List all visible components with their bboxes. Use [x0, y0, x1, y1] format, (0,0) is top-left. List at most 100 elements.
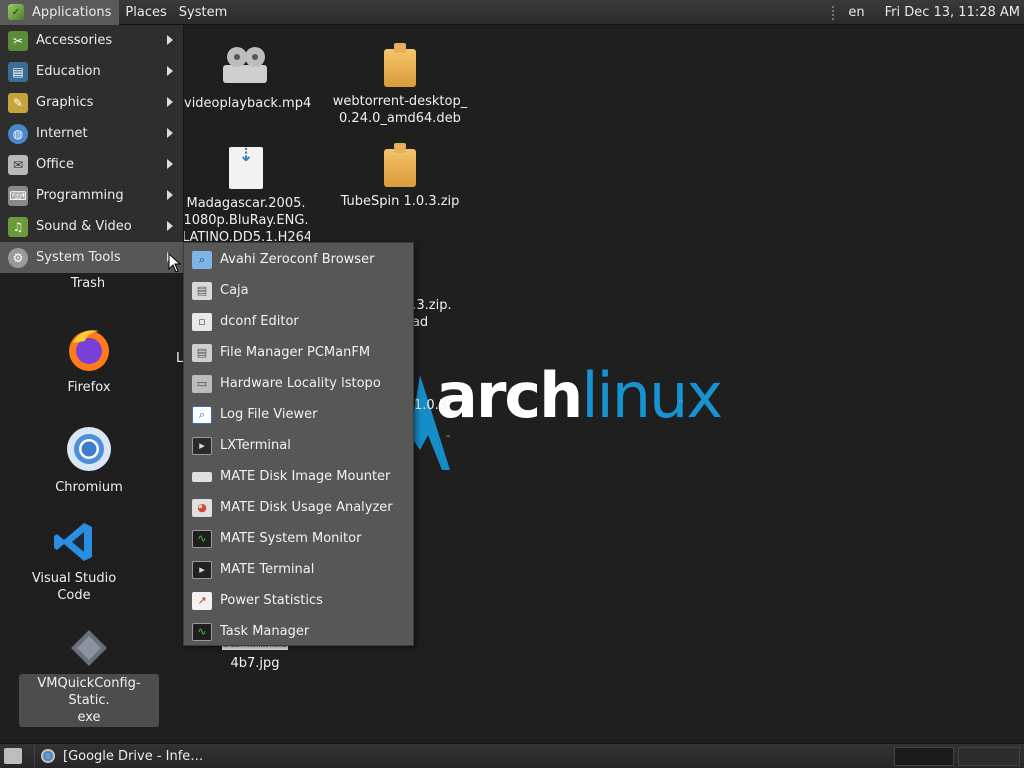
avahi-browser-icon: ⌕ [192, 250, 212, 269]
applications-menu[interactable]: ✓ Applications [0, 0, 120, 25]
menu-item-sound-video[interactable]: ♫ Sound & Video [0, 211, 183, 242]
webtorrent-label: webtorrent-desktop_ 0.24.0_amd64.deb [332, 94, 468, 126]
log-viewer-icon: ⌕ [192, 405, 212, 424]
submenu-item-task-manager[interactable]: ∿ Task Manager [184, 616, 413, 647]
partial-103-label: 1.0.3 [414, 398, 448, 413]
chromium-label: Chromium [55, 480, 123, 495]
submenu-arrow-icon [167, 159, 173, 169]
submenu-item-disk-image-mounter[interactable]: MATE Disk Image Mounter [184, 461, 413, 492]
submenu-item-label: Caja [220, 283, 249, 298]
menu-item-office[interactable]: ✉ Office [0, 149, 183, 180]
system-tools-icon: ⚙ [8, 247, 28, 268]
madagascar-label: Madagascar.2005. 1080p.BluRay.ENG. LATIN… [182, 196, 310, 245]
office-icon: ✉ [8, 154, 28, 175]
madagascar-desktop-icon[interactable]: ⇣ Madagascar.2005. 1080p.BluRay.ENG. LAT… [182, 147, 310, 247]
top-panel: ✓ Applications Places System en Fri Dec … [0, 0, 1024, 25]
menu-item-label: System Tools [36, 250, 121, 265]
chromium-task-icon [41, 749, 55, 763]
chromium-desktop-icon[interactable]: Chromium [48, 425, 130, 496]
archive-icon [384, 143, 416, 187]
submenu-item-pcmanfm[interactable]: ▤ File Manager PCManFM [184, 337, 413, 368]
submenu-item-label: MATE Terminal [220, 562, 315, 577]
submenu-arrow-icon [167, 35, 173, 45]
system-monitor-icon: ∿ [192, 529, 212, 548]
submenu-item-label: Log File Viewer [220, 407, 318, 422]
taskbar-window-label: [Google Drive - Infe… [63, 748, 204, 764]
disk-usage-analyzer-icon: ◕ [192, 498, 212, 517]
menu-item-internet[interactable]: ◍ Internet [0, 118, 183, 149]
menu-item-label: Sound & Video [36, 219, 132, 234]
mate-logo-icon: ✓ [8, 4, 24, 20]
chromium-icon [67, 427, 111, 471]
pcmanfm-icon: ▤ [192, 343, 212, 362]
menu-item-label: Graphics [36, 95, 94, 110]
submenu-item-system-monitor[interactable]: ∿ MATE System Monitor [184, 523, 413, 554]
submenu-item-label: Hardware Locality lstopo [220, 376, 381, 391]
submenu-item-caja[interactable]: ▤ Caja [184, 275, 413, 306]
tubespin-label: TubeSpin 1.0.3.zip [340, 194, 460, 209]
vscode-desktop-icon[interactable]: Visual Studio Code [14, 520, 134, 604]
tubespin-zip-desktop-icon[interactable]: TubeSpin 1.0.3.zip [336, 143, 464, 210]
submenu-item-power-statistics[interactable]: ↗ Power Statistics [184, 585, 413, 616]
menu-item-system-tools[interactable]: ⚙ System Tools [0, 242, 183, 273]
arch-wordmark-arch: arch [436, 359, 583, 432]
internet-icon: ◍ [8, 123, 28, 144]
menu-item-label: Office [36, 157, 74, 172]
vmquickconfig-desktop-icon[interactable]: VMQuickConfig-Static. exe [16, 628, 162, 727]
menu-item-programming[interactable]: ⌨ Programming [0, 180, 183, 211]
trash-label: Trash [70, 276, 106, 291]
submenu-item-lstopo[interactable]: ▭ Hardware Locality lstopo [184, 368, 413, 399]
submenu-item-avahi[interactable]: ⌕ Avahi Zeroconf Browser [184, 244, 413, 275]
arch-wordmark-linux: linux [581, 359, 723, 432]
sound-video-icon: ♫ [8, 216, 28, 237]
education-icon: ▤ [8, 61, 28, 82]
submenu-item-label: Task Manager [220, 624, 310, 639]
executable-icon [71, 630, 107, 666]
spiderman-label: 4b7.jpg [230, 656, 280, 671]
show-desktop-icon[interactable] [4, 748, 22, 764]
video-file-icon [223, 47, 267, 83]
submenu-item-label: MATE System Monitor [220, 531, 362, 546]
workspace-1[interactable] [894, 747, 954, 766]
bottom-panel: [Google Drive - Infe… [0, 743, 1024, 768]
menu-item-graphics[interactable]: ✎ Graphics [0, 87, 183, 118]
vmquickconfig-label: VMQuickConfig-Static. exe [19, 674, 159, 727]
submenu-arrow-icon [167, 97, 173, 107]
menu-item-education[interactable]: ▤ Education [0, 56, 183, 87]
submenu-item-lxterminal[interactable]: ▸ LXTerminal [184, 430, 413, 461]
submenu-item-label: MATE Disk Image Mounter [220, 469, 391, 484]
vscode-label: Visual Studio Code [31, 571, 117, 603]
menu-item-accessories[interactable]: ✂ Accessories [0, 25, 183, 56]
power-statistics-icon: ↗ [192, 591, 212, 610]
submenu-arrow-icon [167, 66, 173, 76]
applications-main-menu: ✂ Accessories ▤ Education ✎ Graphics ◍ I… [0, 25, 184, 273]
submenu-item-disk-usage-analyzer[interactable]: ◕ MATE Disk Usage Analyzer [184, 492, 413, 523]
firefox-desktop-icon[interactable]: Firefox [48, 325, 130, 396]
submenu-item-dconf[interactable]: ▫ dconf Editor [184, 306, 413, 337]
panel-handle[interactable] [832, 5, 836, 20]
lstopo-icon: ▭ [192, 374, 212, 393]
taskbar-window-button[interactable]: [Google Drive - Infe… [34, 745, 204, 767]
keyboard-layout-indicator[interactable]: en [848, 5, 864, 20]
trademark-mark-2: ™ [445, 435, 451, 442]
lxterminal-icon: ▸ [192, 436, 212, 455]
webtorrent-desktop-icon[interactable]: webtorrent-desktop_ 0.24.0_amd64.deb [330, 43, 470, 127]
menu-item-label: Programming [36, 188, 124, 203]
trash-desktop-icon[interactable]: Trash [48, 275, 128, 292]
submenu-item-label: Avahi Zeroconf Browser [220, 252, 375, 267]
firefox-icon [69, 330, 109, 371]
submenu-item-label: MATE Disk Usage Analyzer [220, 500, 393, 515]
videoplayback-desktop-icon[interactable]: videoplayback.mp4 [184, 45, 311, 112]
vscode-icon [54, 523, 92, 561]
workspace-2[interactable] [958, 747, 1020, 766]
applications-menu-label: Applications [32, 4, 112, 20]
clock[interactable]: Fri Dec 13, 11:28 AM [885, 5, 1020, 20]
submenu-item-log-viewer[interactable]: ⌕ Log File Viewer [184, 399, 413, 430]
disk-image-mounter-icon [192, 471, 212, 482]
videoplayback-label: videoplayback.mp4 [184, 96, 312, 111]
programming-icon: ⌨ [8, 185, 28, 206]
system-menu[interactable]: System [173, 0, 233, 25]
submenu-item-mate-terminal[interactable]: ▸ MATE Terminal [184, 554, 413, 585]
places-menu[interactable]: Places [119, 0, 172, 25]
partial-103-desktop-icon[interactable]: 1.0.3 [414, 397, 454, 414]
